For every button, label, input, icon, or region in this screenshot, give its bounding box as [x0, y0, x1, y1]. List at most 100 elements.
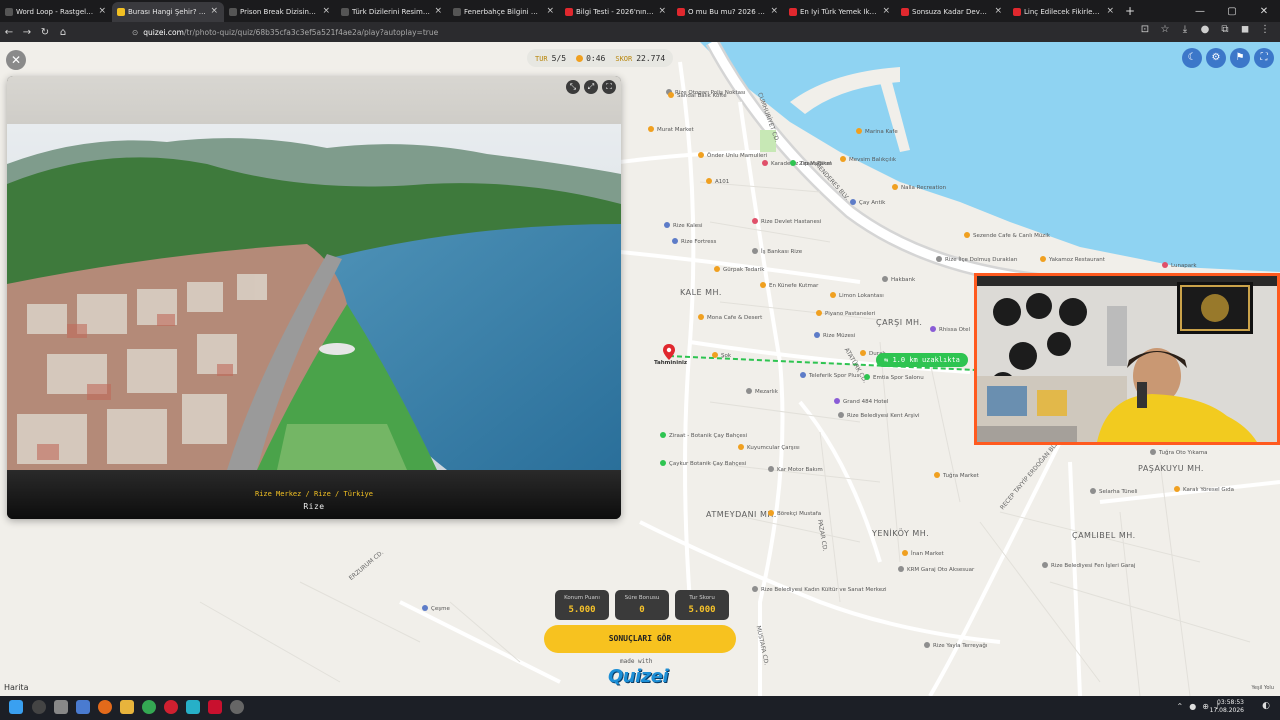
url-field[interactable]: ⊙ quizei.com/tr/photo-quiz/quiz/68b35cfa… [132, 25, 992, 39]
close-tab-icon[interactable]: × [98, 6, 106, 16]
map-poi[interactable]: Nalla Recreation [892, 184, 946, 192]
network-icon[interactable]: ⊕ [1202, 702, 1209, 711]
close-game-button[interactable]: ✕ [6, 50, 26, 70]
map-poi[interactable]: Mezarlık [746, 388, 778, 396]
map-poi[interactable]: En Künefe Kutmar [760, 282, 818, 290]
map-poi[interactable]: Gürpak Tedarik [714, 266, 764, 274]
reload-icon[interactable]: ↻ [36, 27, 54, 38]
map-poi[interactable]: Teleferik Spor Plus [800, 372, 859, 380]
settings-icon[interactable]: ⚙ [1206, 48, 1226, 68]
map-poi[interactable]: Kuyumcular Çarşısı [738, 444, 800, 452]
map-poi[interactable]: Mevsim Balıkçılık [840, 156, 896, 164]
maximize-icon[interactable]: ▢ [1216, 6, 1248, 17]
close-tab-icon[interactable]: × [770, 6, 778, 16]
close-tab-icon[interactable]: × [434, 6, 442, 16]
notepad-icon[interactable] [186, 700, 200, 714]
new-tab-button[interactable]: + [1120, 2, 1140, 22]
browser-tab[interactable]: Fenerbahçe Bilgini Ölç - Quizei × [448, 2, 560, 22]
map-poi[interactable]: Rize Müzesi [814, 332, 855, 340]
mic-icon[interactable]: ● [1189, 702, 1196, 711]
download-icon[interactable]: ⤓ [1178, 24, 1192, 35]
map-poi[interactable]: Selarha Tüneli [1090, 488, 1138, 496]
map-poi[interactable]: Çay Antik [850, 199, 885, 207]
search-icon[interactable] [32, 700, 46, 714]
close-tab-icon[interactable]: × [882, 6, 890, 16]
map-poi[interactable]: Karalı Yöresel Gıda [1174, 486, 1234, 494]
map-poi[interactable]: Tuğra Oto Yıkama [1150, 449, 1208, 457]
minimize-icon[interactable]: — [1184, 6, 1216, 17]
fullscreen-map-icon[interactable]: ⛶ [1254, 48, 1274, 68]
map-poi[interactable]: Sezende Cafe & Canlı Müzik [964, 232, 1050, 240]
map-poi[interactable]: Ziraat Tarım [790, 160, 832, 168]
map-poi[interactable]: Hakbank [882, 276, 915, 284]
map-poi[interactable]: A101 [706, 178, 729, 186]
browser-tab-active[interactable]: Burası Hangi Şehir? (Türkiye) - Q × [112, 2, 224, 22]
account-icon[interactable]: ● [1198, 24, 1212, 35]
browser-tab[interactable]: Prison Break Dizisine Ne Kadar × [224, 2, 336, 22]
notification-icon[interactable]: ◐ [1262, 701, 1270, 711]
see-results-button[interactable]: SONUÇLARI GÖR [544, 625, 736, 653]
map-poi[interactable]: Rize Devlet Hastanesi [752, 218, 821, 226]
extensions-icon[interactable]: ⧉ [1218, 24, 1232, 35]
close-tab-icon[interactable]: × [210, 6, 218, 16]
browser-tab[interactable]: Linç Edilecek Fikirlerden Hangis × [1008, 2, 1120, 22]
bookmark-star-icon[interactable]: ☆ [1158, 24, 1172, 35]
browser-tab[interactable]: En İyi Türk Yemek İkilisi Hangisi × [784, 2, 896, 22]
map-poi[interactable]: Murat Market [648, 126, 694, 134]
back-icon[interactable]: ← [0, 27, 18, 38]
map-poi[interactable]: Rize Belediyesi Fen İşleri Garaj [1042, 562, 1135, 570]
fullscreen-icon[interactable]: ⛶ [602, 80, 616, 94]
file-explorer-icon[interactable] [120, 700, 134, 714]
minimize-photo-icon[interactable]: ⤡ [566, 80, 580, 94]
map-poi[interactable]: Börekçi Mustafa [768, 510, 821, 518]
map-poi[interactable]: Çeşme [422, 605, 450, 613]
browser-tab[interactable]: Word Loop - Rastgele - Quizei × [0, 2, 112, 22]
map-poi[interactable]: Limon Lokantası [830, 292, 884, 300]
browser-tab[interactable]: Türk Dizilerini Resimlerden Tahm × [336, 2, 448, 22]
map-poi[interactable]: Sandal Balık Köfte [668, 92, 727, 100]
map-poi[interactable]: Rize İlçe Dolmuş Durakları [936, 256, 1018, 264]
map-poi[interactable]: Rize Fortress [672, 238, 716, 246]
menu-icon[interactable]: ⋮ [1258, 24, 1272, 35]
expand-photo-icon[interactable]: ⤢ [584, 80, 598, 94]
windows-start-icon[interactable] [9, 700, 23, 714]
map-poi[interactable]: Önder Unlu Mamulleri [698, 152, 767, 160]
map-poi[interactable]: Rize Kalesi [664, 222, 703, 230]
home-icon[interactable]: ⌂ [54, 27, 72, 38]
close-tab-icon[interactable]: × [1106, 6, 1114, 16]
quizei-logo[interactable]: Quizei [608, 666, 669, 687]
site-info-icon[interactable]: ⊙ [132, 28, 138, 37]
chevron-up-icon[interactable]: ⌃ [1177, 702, 1184, 711]
profile-icon[interactable]: ◼ [1238, 24, 1252, 35]
map-poi[interactable]: Piyano Pastaneleri [816, 310, 875, 318]
recording-app-icon[interactable] [208, 700, 222, 714]
dark-mode-icon[interactable]: ☾ [1182, 48, 1202, 68]
map-poi[interactable]: Şok [712, 352, 731, 360]
map-poi[interactable]: İş Bankası Rize [752, 248, 802, 256]
map-poi[interactable]: Lunapark [1162, 262, 1197, 270]
opera-icon[interactable] [164, 700, 178, 714]
map-poi[interactable]: Mona Cafe & Desert [698, 314, 762, 322]
chrome-icon[interactable] [142, 700, 156, 714]
close-tab-icon[interactable]: × [994, 6, 1002, 16]
browser-tab[interactable]: Bilgi Testi - 2026'nın En Viral Te × [560, 2, 672, 22]
close-tab-icon[interactable]: × [546, 6, 554, 16]
map-legal-link[interactable]: Yeşil Yolu [1252, 685, 1274, 691]
map-poi[interactable]: Yakamoz Restaurant [1040, 256, 1105, 264]
map-poi[interactable]: Kar Motor Bakım [768, 466, 823, 474]
map-poi[interactable]: Rize Belediyesi Kadın Kültür ve Sanat Me… [752, 586, 887, 594]
screenshot-icon[interactable]: ⊡ [1138, 24, 1152, 35]
map-poi[interactable]: Tuğra Market [934, 472, 979, 480]
browser-tab[interactable]: Sonsuza Kadar Devam Edecek İ × [896, 2, 1008, 22]
map-poi[interactable]: Emtia Spor Salonu [864, 374, 924, 382]
map-poi[interactable]: Çaykur Botanik Çay Bahçesi [660, 460, 746, 468]
firefox-icon[interactable] [98, 700, 112, 714]
task-view-icon[interactable] [54, 700, 68, 714]
map-poi[interactable]: İnan Market [902, 550, 944, 558]
map-poi[interactable]: Ziraat - Botanik Çay Bahçesi [660, 432, 747, 440]
map-poi[interactable]: KRM Garaj Oto Aksesuar [898, 566, 974, 574]
obs-icon[interactable] [230, 700, 244, 714]
close-tab-icon[interactable]: × [322, 6, 330, 16]
map-poi[interactable]: Rize Yayla Terreyağı [924, 642, 987, 650]
map-poi[interactable]: Rhissa Otel [930, 326, 970, 334]
